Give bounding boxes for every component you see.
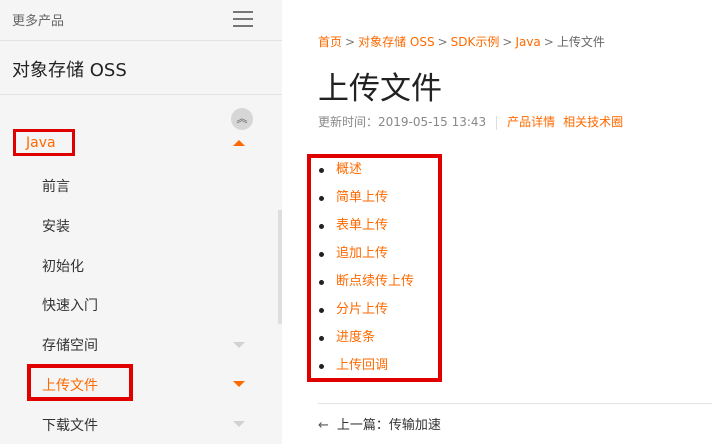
sidebar-header: 更多产品 <box>0 0 282 41</box>
toc-item-append-upload[interactable]: 追加上传 <box>318 246 414 274</box>
toc-item-multipart-upload[interactable]: 分片上传 <box>318 302 414 330</box>
menu-icon[interactable] <box>233 11 253 28</box>
caret-down-icon[interactable] <box>233 421 245 427</box>
sidebar-item-init[interactable]: 初始化 <box>42 256 84 276</box>
collapse-up-icon[interactable]: ︽ <box>231 108 253 130</box>
page-title: 上传文件 <box>318 71 442 107</box>
prev-article-link[interactable]: ← 上一篇：传输加速 <box>318 414 441 433</box>
arrow-left-icon: ← <box>318 418 329 433</box>
sidebar-item-quickstart[interactable]: 快速入门 <box>42 295 98 315</box>
more-products-link[interactable]: 更多产品 <box>12 10 64 29</box>
tech-forum-link[interactable]: 相关技术圈 <box>563 115 623 129</box>
caret-down-icon[interactable] <box>233 342 245 348</box>
product-detail-link[interactable]: 产品详情 <box>507 115 555 129</box>
divider <box>0 94 282 95</box>
breadcrumb-home[interactable]: 首页 <box>318 35 342 49</box>
caret-up-icon[interactable] <box>233 140 245 146</box>
breadcrumb-oss[interactable]: 对象存储 OSS <box>358 35 435 49</box>
caret-down-icon[interactable] <box>233 381 245 387</box>
sidebar-item-java[interactable]: Java <box>26 135 56 151</box>
product-title[interactable]: 对象存储 OSS <box>12 56 127 82</box>
toc-item-progress[interactable]: 进度条 <box>318 330 414 358</box>
sidebar-item-bucket[interactable]: 存储空间 <box>42 335 98 355</box>
sidebar-scrollbar[interactable] <box>278 210 282 324</box>
sidebar-item-install[interactable]: 安装 <box>42 216 70 236</box>
divider <box>318 403 712 404</box>
prev-title: 传输加速 <box>388 418 441 433</box>
toc-item-callback[interactable]: 上传回调 <box>318 358 414 386</box>
sidebar: 更多产品 对象存储 OSS ︽ Java 前言 安装 初始化 快速入门 存储空间… <box>0 0 282 444</box>
prev-label: 上一篇： <box>336 418 389 433</box>
updated-time: 2019-05-15 13:43 <box>378 115 487 129</box>
toc-item-form-upload[interactable]: 表单上传 <box>318 218 414 246</box>
updated-label: 更新时间： <box>318 115 379 129</box>
sidebar-item-intro[interactable]: 前言 <box>42 176 70 196</box>
breadcrumb: 首页 > 对象存储 OSS > SDK示例 > Java > 上传文件 <box>318 35 605 49</box>
toc-item-resumable-upload[interactable]: 断点续传上传 <box>318 274 414 302</box>
sidebar-item-download[interactable]: 下载文件 <box>42 415 98 435</box>
breadcrumb-java[interactable]: Java <box>515 35 540 49</box>
toc-item-overview[interactable]: 概述 <box>318 162 414 190</box>
page-meta: 更新时间：2019-05-15 13:43 产品详情 相关技术圈 <box>318 113 631 130</box>
toc-item-simple-upload[interactable]: 简单上传 <box>318 190 414 218</box>
breadcrumb-current: 上传文件 <box>556 35 605 49</box>
toc-list: 概述 简单上传 表单上传 追加上传 断点续传上传 分片上传 进度条 上传回调 <box>318 162 414 386</box>
sidebar-item-upload[interactable]: 上传文件 <box>42 375 98 395</box>
breadcrumb-sdk[interactable]: SDK示例 <box>451 35 500 49</box>
